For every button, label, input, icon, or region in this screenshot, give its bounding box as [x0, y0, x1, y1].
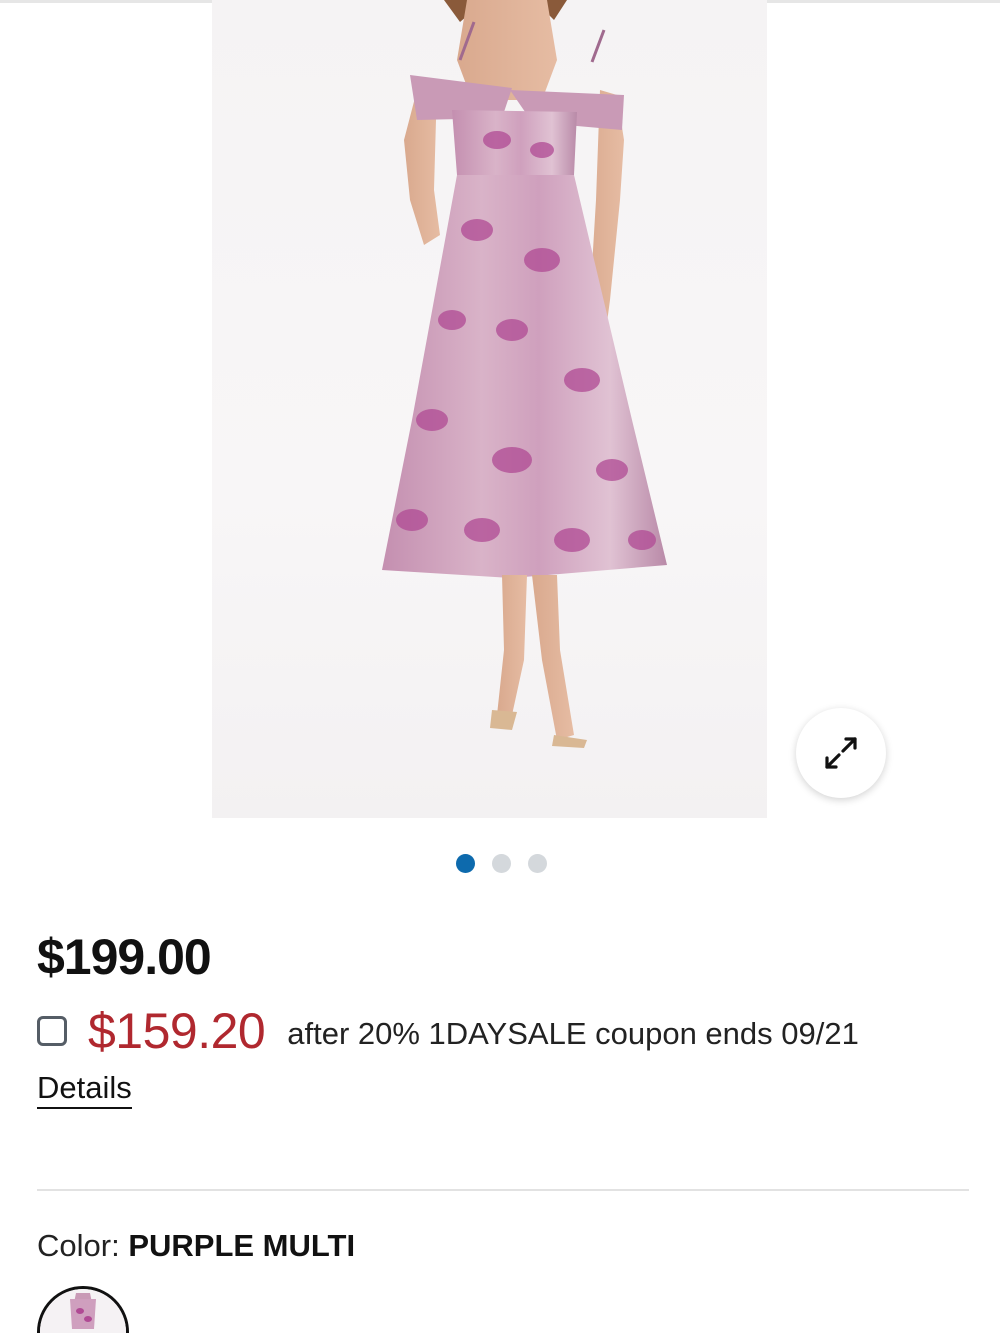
image-carousel-dots	[456, 853, 547, 873]
color-label: Color:	[37, 1228, 129, 1263]
coupon-description: after 20% 1DAYSALE coupon ends 09/21	[287, 1016, 859, 1051]
product-page: $199.00 $159.20 after 20% 1DAYSALE coupo…	[0, 0, 1000, 1333]
color-value: PURPLE MULTI	[128, 1228, 356, 1263]
section-divider	[37, 1189, 969, 1191]
expand-image-button[interactable]	[796, 708, 886, 798]
color-swatch-purple-multi[interactable]	[37, 1286, 129, 1333]
color-label-row: Color: PURPLE MULTI	[37, 1228, 355, 1264]
product-image[interactable]	[212, 0, 767, 818]
dress-illustration	[382, 0, 667, 748]
carousel-dot-1[interactable]	[456, 853, 475, 873]
expand-arrows-icon	[825, 737, 857, 769]
carousel-dot-3[interactable]	[528, 853, 547, 873]
coupon-row: $159.20 after 20% 1DAYSALE coupon ends 0…	[37, 1000, 859, 1062]
coupon-checkbox[interactable]	[37, 1016, 67, 1046]
carousel-dot-2[interactable]	[492, 853, 511, 873]
details-link[interactable]: Details	[37, 1070, 132, 1109]
sale-price: $159.20	[88, 1003, 266, 1059]
regular-price: $199.00	[37, 929, 212, 985]
swatch-dress-thumbnail	[40, 1289, 126, 1333]
